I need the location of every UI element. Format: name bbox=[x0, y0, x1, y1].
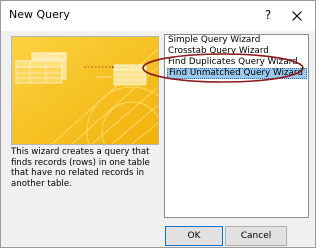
wizard-list[interactable]: Simple Query Wizard Crosstab Query Wizar… bbox=[164, 34, 309, 218]
title-bar: New Query ? bbox=[1, 1, 315, 31]
list-item-simple-query-wizard[interactable]: Simple Query Wizard bbox=[167, 35, 305, 46]
close-button[interactable] bbox=[284, 3, 310, 27]
close-icon bbox=[292, 10, 302, 21]
wizard-description: This wizard creates a query that finds r… bbox=[11, 147, 159, 227]
new-query-dialog: New Query ? This wizard creates a query … bbox=[0, 0, 316, 248]
cancel-button[interactable]: Cancel bbox=[225, 226, 287, 246]
dialog-title: New Query bbox=[9, 8, 70, 21]
help-button[interactable]: ? bbox=[257, 3, 279, 27]
list-item-find-unmatched-query-wizard[interactable]: Find Unmatched Query Wizard bbox=[167, 68, 307, 79]
list-item-find-duplicates-query-wizard[interactable]: Find Duplicates Query Wizard bbox=[167, 57, 305, 68]
ok-button[interactable]: OK bbox=[165, 226, 223, 246]
wizard-preview-image bbox=[11, 36, 159, 145]
list-item-crosstab-query-wizard[interactable]: Crosstab Query Wizard bbox=[167, 46, 305, 57]
